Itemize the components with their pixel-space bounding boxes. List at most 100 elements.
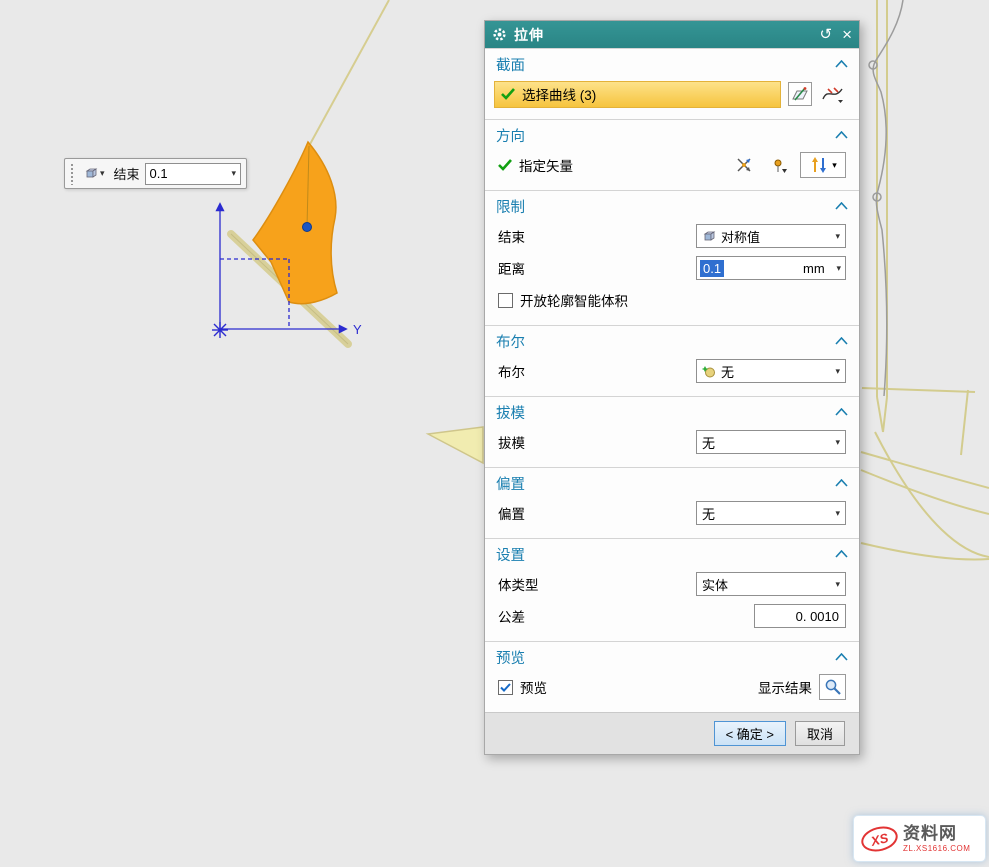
- reverse-direction-button[interactable]: ▾: [800, 152, 846, 178]
- curve-rule-button[interactable]: [819, 81, 847, 107]
- offset-heading-label: 偏置: [496, 473, 525, 494]
- unit-value: mm: [803, 261, 825, 276]
- body-type-combo[interactable]: 实体 ▾: [696, 572, 846, 596]
- direction-heading[interactable]: 方向: [485, 120, 859, 150]
- dialog-title: 拉伸: [514, 25, 544, 45]
- tolerance-input[interactable]: 0. 0010: [754, 604, 846, 628]
- point-dropdown-icon: [770, 156, 788, 174]
- chevron-down-icon: ▾: [832, 160, 837, 171]
- dialog-footer: < 确定 > 取消: [485, 712, 859, 754]
- reverse-direction-icon: [809, 156, 829, 174]
- preview-heading[interactable]: 预览: [485, 642, 859, 672]
- section-group-preview: 预览 预览 显示结果: [485, 641, 859, 712]
- collapse-chevron-icon[interactable]: [835, 337, 848, 345]
- collapse-chevron-icon[interactable]: [835, 550, 848, 558]
- boolean-heading-label: 布尔: [496, 331, 525, 352]
- chevron-down-icon: ▾: [100, 168, 105, 179]
- sail-section[interactable]: [253, 142, 337, 304]
- draft-value: 无: [702, 433, 715, 452]
- settings-heading[interactable]: 设置: [485, 539, 859, 569]
- end-value: 对称值: [721, 227, 760, 246]
- mini-distance-value: 0.1: [150, 166, 168, 181]
- preview-label: 预览: [520, 677, 547, 697]
- offset-label: 偏置: [498, 503, 525, 523]
- limits-heading-label: 限制: [496, 196, 525, 217]
- magnifier-icon: [824, 678, 842, 696]
- chevron-down-icon: ▾: [836, 263, 841, 274]
- draft-label: 拔模: [498, 432, 525, 452]
- select-curve-field[interactable]: 选择曲线 (3): [494, 81, 781, 108]
- mini-distance-input[interactable]: 0.1 ▾: [145, 163, 241, 185]
- collapse-chevron-icon[interactable]: [835, 653, 848, 661]
- green-check-icon: [498, 159, 512, 171]
- reset-button[interactable]: ↺: [819, 27, 832, 42]
- toolbar-grip-handle[interactable]: [70, 163, 75, 185]
- boolean-heading[interactable]: 布尔: [485, 326, 859, 356]
- collapse-chevron-icon[interactable]: [835, 60, 848, 68]
- chevron-down-icon: ▾: [835, 508, 840, 519]
- collapse-chevron-icon[interactable]: [835, 131, 848, 139]
- symmetric-cube-icon: [84, 167, 98, 180]
- close-button[interactable]: ×: [842, 26, 852, 43]
- show-result-button[interactable]: [819, 674, 846, 700]
- offset-heading[interactable]: 偏置: [485, 468, 859, 498]
- chevron-down-icon: ▾: [835, 231, 840, 242]
- distance-label: 距离: [498, 258, 525, 278]
- collapse-chevron-icon[interactable]: [835, 408, 848, 416]
- symmetric-value-icon: [702, 230, 716, 243]
- settings-heading-label: 设置: [496, 544, 525, 565]
- watermark-url: ZL.XS1616.COM: [903, 844, 970, 853]
- boolean-combo[interactable]: 无 ▾: [696, 359, 846, 383]
- sketch-section-button[interactable]: [788, 82, 812, 106]
- show-result-label: 显示结果: [758, 677, 812, 697]
- section-group-draft: 拔模 拔模 无 ▾: [485, 396, 859, 467]
- drag-handle-point[interactable]: [303, 223, 312, 232]
- rigging-line: [309, 0, 389, 146]
- gear-icon: [492, 27, 507, 42]
- open-profile-checkbox[interactable]: [498, 293, 513, 308]
- section-heading[interactable]: 截面: [485, 49, 859, 79]
- vector-dialog-button[interactable]: [730, 152, 758, 178]
- tolerance-label: 公差: [498, 606, 525, 626]
- mini-end-label: 结束: [114, 164, 140, 183]
- section-heading-label: 截面: [496, 54, 525, 75]
- preview-heading-label: 预览: [496, 647, 525, 668]
- curve-rule-icon: [822, 85, 844, 103]
- extrude-dialog: 拉伸 ↺ × 截面 选择曲线 (3): [484, 20, 860, 755]
- preview-checkbox[interactable]: [498, 680, 513, 695]
- direction-heading-label: 方向: [496, 125, 525, 146]
- end-type-combo[interactable]: 对称值 ▾: [696, 224, 846, 248]
- draft-heading[interactable]: 拔模: [485, 397, 859, 427]
- specify-vector-label: 指定矢量: [519, 155, 573, 175]
- collapse-chevron-icon[interactable]: [835, 202, 848, 210]
- chevron-down-icon: ▾: [835, 437, 840, 448]
- section-group-settings: 设置 体类型 实体 ▾ 公差 0. 0010: [485, 538, 859, 641]
- ship-hull-lines: [861, 432, 989, 559]
- distance-value: 0.1: [700, 260, 724, 277]
- watermark-logo: XS: [859, 822, 901, 854]
- offset-combo[interactable]: 无 ▾: [696, 501, 846, 525]
- onscreen-mini-toolbar[interactable]: ▾ 结束 0.1 ▾: [64, 158, 247, 189]
- green-check-icon: [501, 88, 515, 100]
- draft-heading-label: 拔模: [496, 402, 525, 423]
- offset-value: 无: [702, 504, 715, 523]
- section-group-limits: 限制 结束 对称值 ▾ 距离 0.1: [485, 190, 859, 325]
- chevron-down-icon[interactable]: ▾: [231, 168, 236, 179]
- cancel-button[interactable]: 取消: [795, 721, 845, 746]
- ok-button[interactable]: < 确定 >: [714, 721, 786, 746]
- unit-dropdown[interactable]: mm ▾: [799, 257, 845, 279]
- boolean-none-icon: [702, 365, 716, 378]
- watermark: XS 资料网 ZL.XS1616.COM: [853, 815, 986, 862]
- select-curve-label: 选择曲线 (3): [522, 84, 596, 104]
- origin-star-icon: [212, 322, 228, 338]
- body-type-label: 体类型: [498, 574, 539, 594]
- section-group-offset: 偏置 偏置 无 ▾: [485, 467, 859, 538]
- section-group-section: 截面 选择曲线 (3): [485, 48, 859, 119]
- draft-combo[interactable]: 无 ▾: [696, 430, 846, 454]
- point-constructor-button[interactable]: [765, 152, 793, 178]
- limits-heading[interactable]: 限制: [485, 191, 859, 221]
- collapse-chevron-icon[interactable]: [835, 479, 848, 487]
- distance-input[interactable]: 0.1 mm ▾: [696, 256, 846, 280]
- dialog-titlebar[interactable]: 拉伸 ↺ ×: [485, 21, 859, 48]
- end-type-dropdown[interactable]: ▾: [80, 164, 109, 183]
